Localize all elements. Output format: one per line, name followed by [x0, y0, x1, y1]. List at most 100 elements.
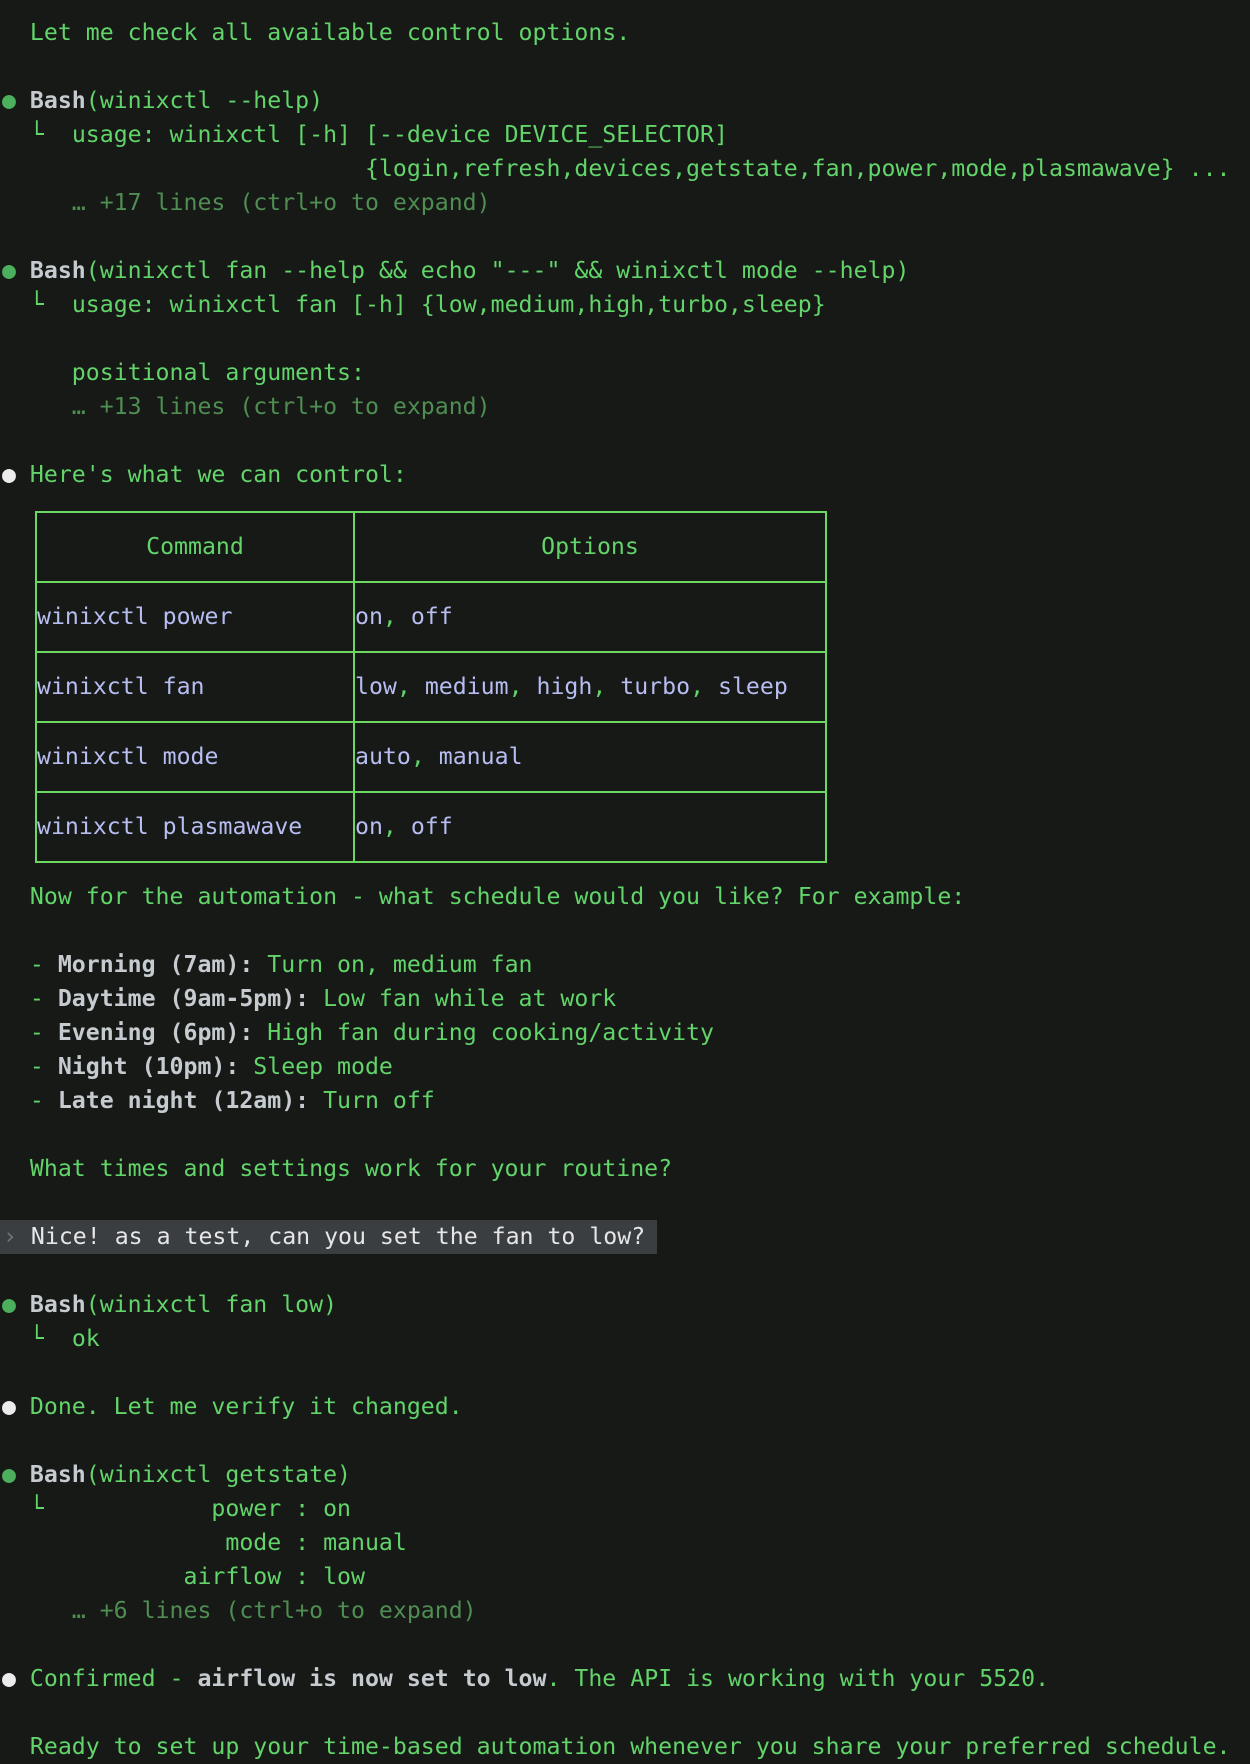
command-code: winixctl fan	[37, 673, 205, 700]
option-code: auto	[355, 743, 411, 770]
option-separator: ,	[383, 603, 411, 630]
tool-call-bash: ● Bash(winixctl fan --help && echo "---"…	[2, 254, 1250, 288]
text-segment: -	[2, 1019, 58, 1046]
option-code: on	[355, 813, 383, 840]
text-segment: Morning (7am):	[58, 951, 253, 978]
command-code: winixctl plasmawave	[37, 813, 302, 840]
tool-status-icon: ●	[2, 1461, 30, 1488]
tool-result-line: └ usage: winixctl fan [-h] {low,medium,h…	[2, 288, 1250, 322]
table-header-row: CommandOptions	[36, 512, 826, 582]
text-segment: Turn off	[309, 1087, 435, 1114]
tool-call-bash: ● Bash(winixctl --help)	[2, 84, 1250, 118]
assistant-message: ● Done. Let me verify it changed.	[2, 1390, 1250, 1424]
text-segment: -	[2, 1087, 58, 1114]
blank-line	[2, 424, 1250, 458]
blank-line	[2, 220, 1250, 254]
option-separator: ,	[509, 673, 537, 700]
option-separator: ,	[592, 673, 620, 700]
user-message: › Nice! as a test, can you set the fan t…	[2, 1220, 1250, 1254]
text-segment: Let me check all available control optio…	[2, 19, 630, 46]
options-cell: on, off	[354, 792, 826, 862]
text-segment: -	[2, 951, 58, 978]
tool-result-line: airflow : low	[2, 1560, 1250, 1594]
text-segment: Low fan while at work	[309, 985, 616, 1012]
blank-line	[2, 322, 1250, 356]
text-segment: ok	[72, 1325, 100, 1352]
text-segment: What times and settings work for your ro…	[2, 1155, 672, 1182]
command-cell: winixctl fan	[36, 652, 354, 722]
text-segment: Daytime (9am-5pm):	[58, 985, 309, 1012]
text-segment: Nice! as a test, can you set the fan to …	[17, 1223, 645, 1250]
expand-hint: … +6 lines (ctrl+o to expand)	[2, 1594, 1250, 1628]
option-code: turbo	[620, 673, 690, 700]
table-row: winixctl mode auto, manual	[36, 722, 826, 792]
assistant-bullet-icon: ●	[2, 1665, 30, 1692]
text-segment: -	[2, 1053, 58, 1080]
text-segment: mode : manual	[2, 1529, 407, 1556]
expand-hint: … +13 lines (ctrl+o to expand)	[2, 390, 1250, 424]
option-separator: ,	[397, 673, 425, 700]
assistant-bullet-icon: ●	[2, 1393, 30, 1420]
command-code: winixctl mode	[37, 743, 218, 770]
text-segment: -	[2, 985, 58, 1012]
text-segment: Bash	[30, 1461, 86, 1488]
options-cell: auto, manual	[354, 722, 826, 792]
text-segment: Now for the automation - what schedule w…	[2, 883, 965, 910]
tool-result-line: └ power : on	[2, 1492, 1250, 1526]
assistant-message: Now for the automation - what schedule w…	[2, 880, 1250, 914]
text-segment: Late night (12am):	[58, 1087, 309, 1114]
schedule-item: - Night (10pm): Sleep mode	[2, 1050, 1250, 1084]
table-header-options: Options	[354, 512, 826, 582]
blank-line	[2, 1424, 1250, 1458]
option-code: on	[355, 603, 383, 630]
blank-line	[2, 1186, 1250, 1220]
assistant-message: ● Here's what we can control:	[2, 458, 1250, 492]
command-cell: winixctl power	[36, 582, 354, 652]
schedule-item: - Late night (12am): Turn off	[2, 1084, 1250, 1118]
tool-status-icon: ●	[2, 257, 30, 284]
table-row: winixctl fanlow, medium, high, turbo, sl…	[36, 652, 826, 722]
result-connector-icon: └	[2, 1325, 72, 1352]
blank-line	[2, 1628, 1250, 1662]
text-segment: Ready to set up your time-based automati…	[2, 1733, 1231, 1760]
command-cell: winixctl mode	[36, 722, 354, 792]
text-segment: … +6 lines (ctrl+o to expand)	[2, 1597, 477, 1624]
text-segment: High fan during cooking/activity	[253, 1019, 714, 1046]
schedule-item: - Evening (6pm): High fan during cooking…	[2, 1016, 1250, 1050]
result-connector-icon: └	[2, 291, 72, 318]
command-code: winixctl power	[37, 603, 232, 630]
option-code: off	[411, 813, 453, 840]
text-segment: Evening (6pm):	[58, 1019, 253, 1046]
control-options-table: CommandOptionswinixctl poweron, offwinix…	[35, 511, 827, 863]
result-connector-icon: └	[2, 121, 72, 148]
text-segment: usage: winixctl [-h] [--device DEVICE_SE…	[72, 121, 728, 148]
expand-hint: … +17 lines (ctrl+o to expand)	[2, 186, 1250, 220]
option-code: medium	[425, 673, 509, 700]
assistant-bullet-icon: ●	[2, 461, 30, 488]
text-segment: Turn on, medium fan	[253, 951, 532, 978]
text-segment: Sleep mode	[239, 1053, 393, 1080]
user-message-highlight: › Nice! as a test, can you set the fan t…	[0, 1220, 657, 1254]
result-connector-icon: └	[2, 1495, 72, 1522]
blank-line	[2, 1356, 1250, 1390]
text-segment: … +13 lines (ctrl+o to expand)	[2, 393, 491, 420]
blank-line	[2, 914, 1250, 948]
options-cell: on, off	[354, 582, 826, 652]
text-segment: usage: winixctl fan [-h] {low,medium,hig…	[72, 291, 826, 318]
tool-call-bash: ● Bash(winixctl getstate)	[2, 1458, 1250, 1492]
assistant-message: Let me check all available control optio…	[2, 16, 1250, 50]
text-segment: Bash	[30, 257, 86, 284]
text-segment: (winixctl getstate)	[86, 1461, 351, 1488]
blank-line	[2, 1118, 1250, 1152]
assistant-message: ● Confirmed - airflow is now set to low.…	[2, 1662, 1250, 1696]
option-separator: ,	[690, 673, 718, 700]
tool-result-line: └ usage: winixctl [-h] [--device DEVICE_…	[2, 118, 1250, 152]
text-segment: (winixctl --help)	[86, 87, 323, 114]
option-code: low	[355, 673, 397, 700]
text-segment: . The API is working with your 5520.	[546, 1665, 1049, 1692]
text-segment: {login,refresh,devices,getstate,fan,powe…	[2, 155, 1231, 182]
control-options-table-wrap: CommandOptionswinixctl poweron, offwinix…	[35, 511, 1250, 863]
option-code: high	[537, 673, 593, 700]
option-code: off	[411, 603, 453, 630]
text-segment: Night (10pm):	[58, 1053, 239, 1080]
